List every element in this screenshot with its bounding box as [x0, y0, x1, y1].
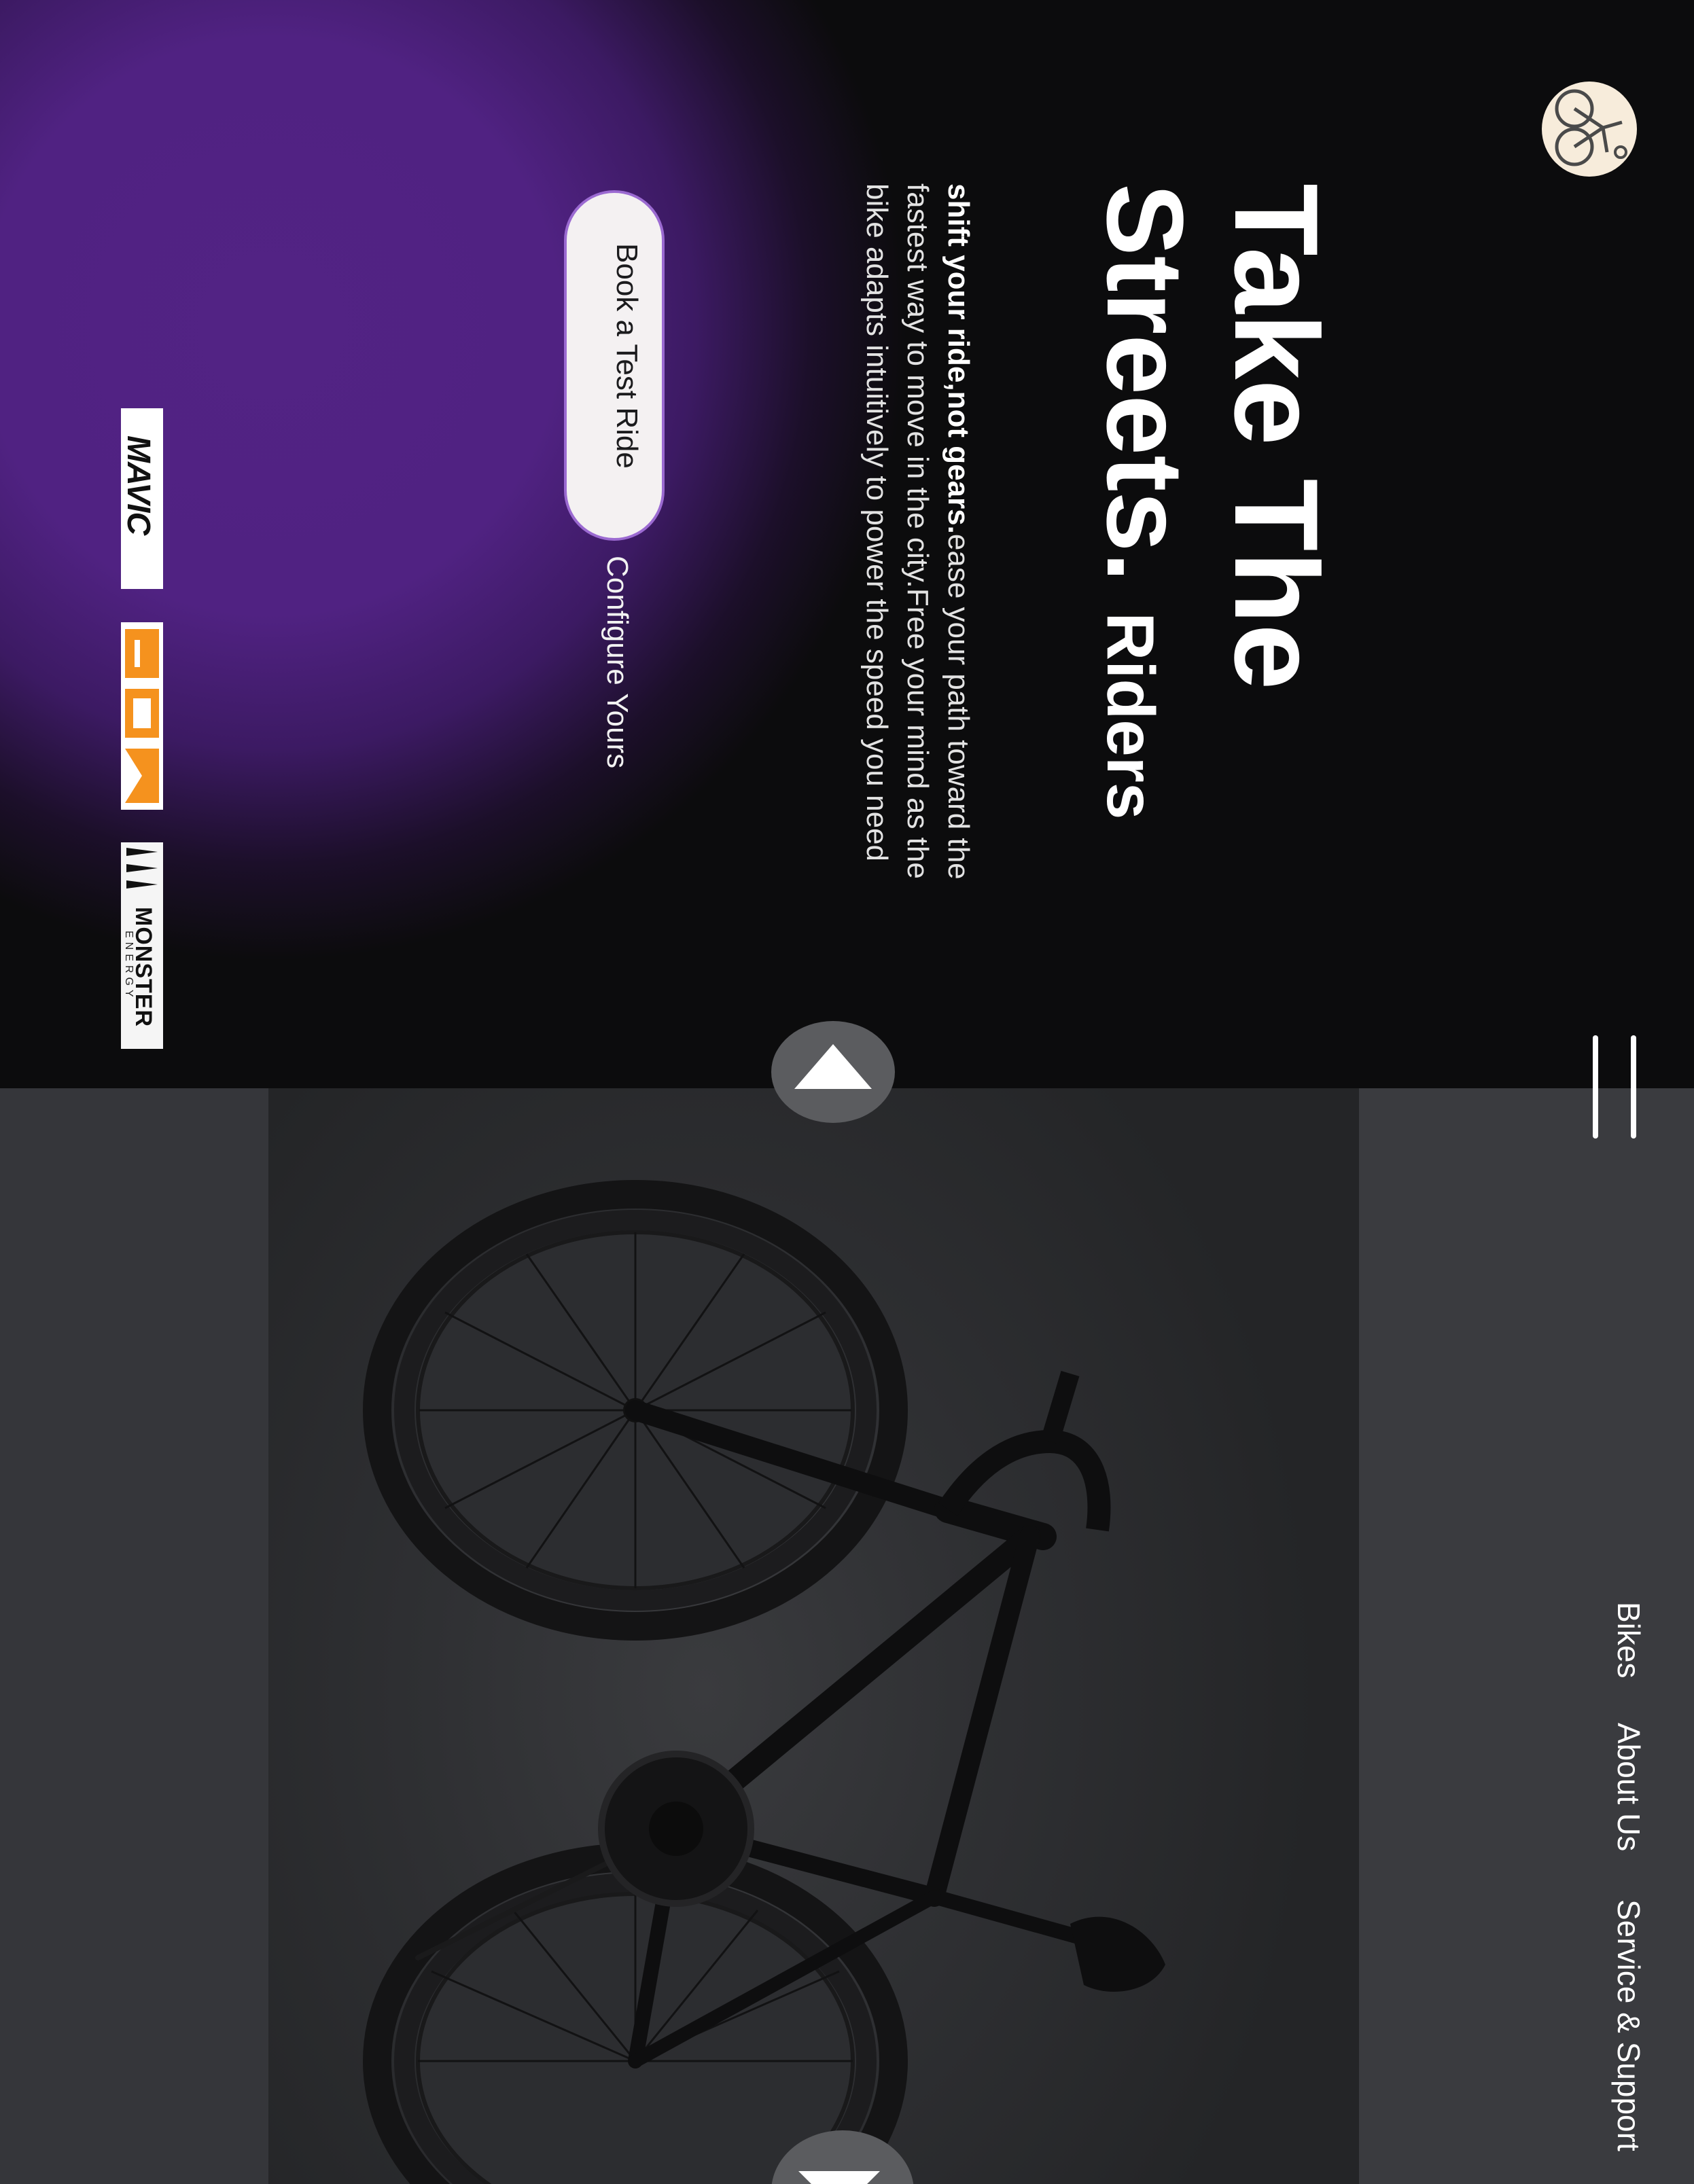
monster-energy-logo: MONSTER ENERGY — [121, 842, 163, 1049]
tagline-strong: shift your ride,not gears. — [942, 183, 975, 534]
monster-claw-icon — [126, 848, 158, 889]
bicycle-logo-icon — [1555, 89, 1627, 166]
fox-logo — [121, 622, 163, 810]
book-test-ride-label: Book a Test Ride — [610, 243, 643, 469]
triangle-up-icon — [794, 1044, 872, 1089]
slider-prev-button[interactable] — [771, 1021, 895, 1123]
site-logo[interactable] — [1542, 82, 1637, 177]
slider-next-button[interactable] — [771, 2130, 914, 2184]
hero-title-streets: Streets. — [1084, 183, 1206, 582]
menu-bar-1 — [1593, 1035, 1598, 1139]
hero-title-line2: Streets. Riders — [1084, 183, 1206, 820]
hero-title-line1: Take The — [1210, 183, 1342, 690]
bike-photo — [268, 1088, 1359, 2184]
nav-item-service-support[interactable]: Service & Support — [1611, 1899, 1646, 2151]
nav-item-bikes[interactable]: Bikes — [1611, 1602, 1646, 1678]
menu-bar-2 — [1631, 1035, 1636, 1139]
hero-tagline: shift your ride,not gears.ease your path… — [856, 183, 978, 903]
hamburger-icon[interactable] — [1593, 1035, 1639, 1139]
mavic-logo: MAVIC — [121, 408, 163, 589]
page-frame: Take The Streets. Riders shift your ride… — [0, 0, 1694, 2184]
road-bike-illustration — [363, 1180, 1165, 2184]
monster-logo-subtext: ENERGY — [123, 931, 135, 1001]
fox-logo-mark — [121, 622, 163, 810]
triangle-down-icon — [798, 2171, 880, 2184]
mavic-logo-text: MAVIC — [121, 435, 156, 535]
nav-item-about-us[interactable]: About Us — [1611, 1723, 1646, 1851]
hero-section — [0, 0, 1694, 1088]
configure-yours-link[interactable]: Configure Yours — [601, 556, 634, 768]
saddle — [1070, 1916, 1165, 1992]
hero-title-riders: Riders — [1093, 612, 1168, 820]
